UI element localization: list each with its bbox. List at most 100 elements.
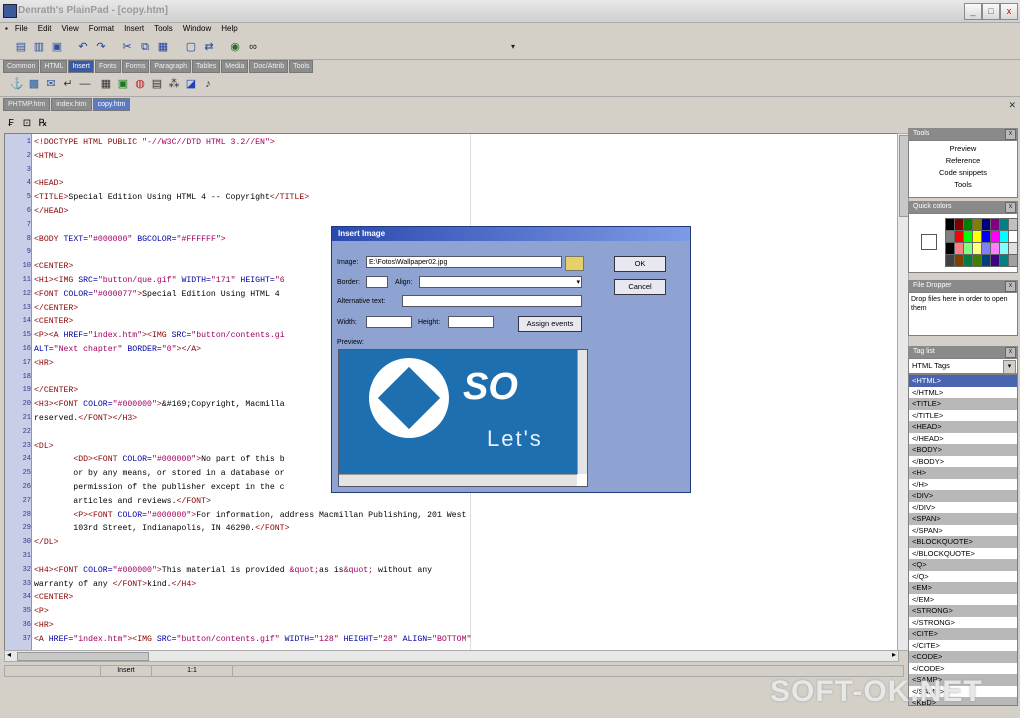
file-dropper-close-icon[interactable]: x: [1005, 281, 1016, 292]
syntax-icon[interactable]: ℞: [36, 117, 50, 131]
tag-list-item[interactable]: <H>: [909, 467, 1017, 479]
find-icon[interactable]: ▢: [184, 40, 198, 54]
doc-tab-copy[interactable]: copy.htm: [92, 98, 131, 111]
image-icon[interactable]: ▩: [27, 77, 41, 91]
save-icon[interactable]: ▣: [50, 40, 64, 54]
tag-list-item[interactable]: </CITE>: [909, 640, 1017, 652]
tag-list-item[interactable]: <DIV>: [909, 490, 1017, 502]
doc-menu-icon[interactable]: ▪: [0, 22, 10, 36]
code-line[interactable]: </CENTER>: [34, 386, 78, 395]
horizontal-rule-icon[interactable]: —: [78, 77, 92, 91]
code-line[interactable]: <H4><FONT COLOR="#000000">This material …: [34, 566, 432, 575]
tag-list-item[interactable]: <CODE>: [909, 651, 1017, 663]
code-line[interactable]: <!DOCTYPE HTML PUBLIC "-//W3C//DTD HTML …: [34, 138, 275, 147]
tag-list-item[interactable]: </STRONG>: [909, 617, 1017, 629]
code-line[interactable]: <P>: [34, 607, 49, 616]
editor-horizontal-scrollbar[interactable]: ◂ ▸: [4, 650, 899, 662]
code-line[interactable]: or by any means, or stored in a database…: [34, 469, 284, 478]
email-link-icon[interactable]: ✉: [44, 77, 58, 91]
code-line[interactable]: <P><A HREF="index.htm"><IMG SRC="button/…: [34, 331, 285, 340]
menu-help[interactable]: Help: [216, 22, 242, 36]
code-line[interactable]: <CENTER>: [34, 262, 73, 271]
code-line[interactable]: <FONT COLOR="#000077">Special Edition Us…: [34, 290, 280, 299]
paste-icon[interactable]: ▦: [156, 40, 170, 54]
tag-list-item[interactable]: </BLOCKQUOTE>: [909, 548, 1017, 560]
tag-list-item[interactable]: </Q>: [909, 571, 1017, 583]
menu-file[interactable]: File: [10, 22, 33, 36]
code-line[interactable]: reserved.</FONT></H3>: [34, 414, 137, 423]
form-icon[interactable]: ▣: [116, 77, 130, 91]
tag-list-item[interactable]: </SPAN>: [909, 525, 1017, 537]
browse-folder-icon[interactable]: [565, 256, 584, 271]
palette-tab-tables[interactable]: Tables: [192, 60, 221, 73]
toolbar-overflow-icon[interactable]: ▾: [506, 40, 520, 54]
line-break-icon[interactable]: ↵: [61, 77, 75, 91]
code-line[interactable]: <DD><FONT COLOR="#000000">No part of thi…: [34, 455, 284, 464]
tag-list-item[interactable]: </TITLE>: [909, 410, 1017, 422]
code-line[interactable]: <P><FONT COLOR="#000000">For information…: [34, 511, 466, 520]
tag-list-item[interactable]: </CODE>: [909, 663, 1017, 675]
code-line[interactable]: <H3><FONT COLOR="#000000">&#169;Copyrigh…: [34, 400, 285, 409]
tag-list-item[interactable]: </EM>: [909, 594, 1017, 606]
tag-list-item[interactable]: <SPAN>: [909, 513, 1017, 525]
new-file-icon[interactable]: ▤: [14, 40, 28, 54]
assign-events-button[interactable]: Assign events: [518, 316, 582, 332]
palette-tab-media[interactable]: Media: [221, 60, 249, 73]
code-line[interactable]: <HTML>: [34, 152, 63, 161]
tag-list-item[interactable]: <Q>: [909, 559, 1017, 571]
anchor-icon[interactable]: ⚓: [10, 77, 24, 91]
minimize-button[interactable]: _: [964, 3, 982, 20]
color-swatch[interactable]: [1008, 254, 1018, 267]
tag-set-select[interactable]: HTML Tags ▾: [908, 358, 1018, 374]
code-line[interactable]: warranty of any </FONT>kind.</H4>: [34, 580, 196, 589]
palette-tab-paragraph[interactable]: Paragraph: [150, 60, 192, 73]
tag-list-item[interactable]: <HTML>: [909, 375, 1017, 387]
close-document-icon[interactable]: ✕: [1008, 100, 1016, 111]
menu-view[interactable]: View: [57, 22, 84, 36]
cut-icon[interactable]: ✂: [120, 40, 134, 54]
tools-item-code-snippets[interactable]: Code snippets: [909, 167, 1017, 179]
palette-tab-html[interactable]: HTML: [40, 60, 68, 73]
code-line[interactable]: <CENTER>: [34, 317, 73, 326]
tag-list-item[interactable]: <CITE>: [909, 628, 1017, 640]
tag-list-item[interactable]: <HEAD>: [909, 421, 1017, 433]
tag-list-item[interactable]: </HTML>: [909, 387, 1017, 399]
menu-tools[interactable]: Tools: [149, 22, 178, 36]
preview-vertical-scrollbar[interactable]: [577, 350, 587, 474]
tag-list-item[interactable]: </DIV>: [909, 502, 1017, 514]
close-button[interactable]: x: [1000, 3, 1018, 20]
tag-list-item[interactable]: </HEAD>: [909, 433, 1017, 445]
palette-tab-forms[interactable]: Forms: [121, 60, 150, 73]
code-line[interactable]: <HR>: [34, 621, 54, 630]
table-icon[interactable]: ▦: [99, 77, 113, 91]
alt-text-input[interactable]: [402, 295, 582, 307]
code-line[interactable]: <H1><IMG SRC="button/que.gif" WIDTH="171…: [34, 276, 285, 285]
ok-button[interactable]: OK: [614, 256, 666, 272]
redo-icon[interactable]: ↷: [94, 40, 108, 54]
copy-icon[interactable]: ⧉: [138, 40, 152, 54]
app-icon[interactable]: [3, 4, 17, 18]
code-line[interactable]: <HEAD>: [34, 179, 63, 188]
maximize-button[interactable]: □: [982, 3, 1000, 20]
menu-edit[interactable]: Edit: [33, 22, 57, 36]
cancel-button[interactable]: Cancel: [614, 279, 666, 295]
open-file-icon[interactable]: ▥: [32, 40, 46, 54]
palette-tab-fonts[interactable]: Fonts: [94, 60, 121, 73]
code-line[interactable]: </CENTER>: [34, 304, 78, 313]
height-input[interactable]: [448, 316, 494, 328]
doc-tab-phtmp[interactable]: PHTMP.htm: [3, 98, 51, 111]
scroll-right-icon[interactable]: ▸: [892, 650, 896, 659]
code-line[interactable]: 103rd Street, Indianapolis, IN 46290.</F…: [34, 524, 289, 533]
code-line[interactable]: </DL>: [34, 538, 59, 547]
palette-tab-insert[interactable]: Insert: [68, 60, 94, 73]
replace-icon[interactable]: ⇄: [202, 40, 216, 54]
horizontal-scroll-thumb[interactable]: [17, 652, 149, 661]
scroll-left-icon[interactable]: ◂: [7, 650, 11, 659]
tag-list-item[interactable]: <BODY>: [909, 444, 1017, 456]
tag-list-item[interactable]: <EM>: [909, 582, 1017, 594]
browser-preview-icon[interactable]: ◉: [228, 40, 242, 54]
palette-tab-doc-attrib[interactable]: Doc/Attrib: [249, 60, 289, 73]
code-line[interactable]: </HEAD>: [34, 207, 68, 216]
color-picker-icon[interactable]: ◪: [184, 77, 198, 91]
wrap-icon[interactable]: ⊡: [20, 117, 34, 131]
